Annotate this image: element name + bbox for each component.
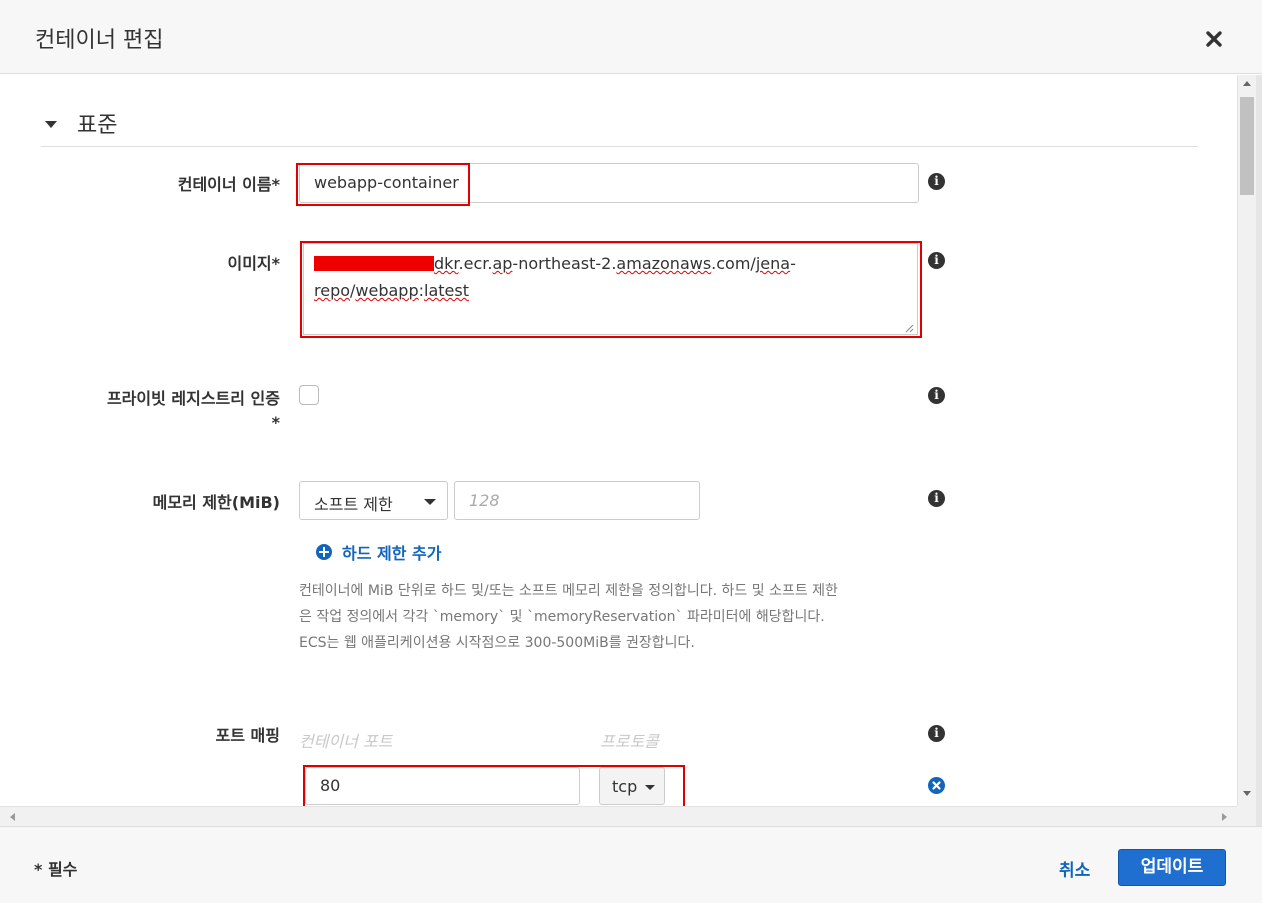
memory-limit-placeholder: 128 bbox=[469, 491, 500, 510]
info-icon[interactable]: i bbox=[928, 173, 945, 190]
info-icon[interactable]: i bbox=[928, 490, 945, 507]
close-icon[interactable] bbox=[1203, 28, 1225, 50]
private-registry-label: 프라이빗 레지스트리 인증 * bbox=[106, 389, 280, 432]
cancel-button[interactable]: 취소 bbox=[1059, 856, 1090, 881]
section-title: 표준 bbox=[77, 113, 118, 138]
scroll-up-icon[interactable] bbox=[1243, 81, 1251, 86]
memory-limit-input[interactable]: 128 bbox=[454, 481, 700, 520]
memory-limit-type-select[interactable]: 소프트 제한 bbox=[299, 481, 448, 520]
plus-circle-icon[interactable] bbox=[316, 544, 332, 560]
highlight-box bbox=[300, 241, 922, 338]
caret-down-icon bbox=[45, 121, 57, 128]
private-registry-checkbox[interactable] bbox=[299, 385, 319, 405]
caret-down-icon bbox=[424, 499, 436, 505]
info-icon[interactable]: i bbox=[928, 387, 945, 404]
select-value: 소프트 제한 bbox=[314, 495, 393, 514]
scrollbar-thumb[interactable] bbox=[1240, 97, 1254, 195]
image-label: 이미지* bbox=[227, 254, 280, 273]
update-button[interactable]: 업데이트 bbox=[1118, 849, 1226, 886]
info-icon[interactable]: i bbox=[928, 725, 945, 742]
edit-container-dialog: 컨테이너 편집 표준 컨테이너 이름* webapp-container i 이… bbox=[0, 0, 1262, 903]
info-icon[interactable]: i bbox=[928, 252, 945, 269]
required-note: * 필수 bbox=[34, 860, 78, 879]
highlight-box bbox=[303, 765, 685, 806]
dialog-footer: * 필수 취소 업데이트 bbox=[0, 826, 1262, 903]
scroll-right-icon[interactable] bbox=[1222, 813, 1227, 821]
memory-limit-label: 메모리 제한(MiB) bbox=[152, 493, 280, 512]
x-circle-icon[interactable] bbox=[928, 777, 945, 794]
scroll-down-icon[interactable] bbox=[1243, 791, 1251, 796]
memory-help-text: 컨테이너에 MiB 단위로 하드 및/또는 소프트 메모리 제한을 정의합니다.… bbox=[299, 583, 838, 651]
dialog-header: 컨테이너 편집 bbox=[0, 0, 1262, 74]
highlight-box bbox=[296, 163, 470, 206]
port-mapping-label: 포트 매핑 bbox=[215, 726, 280, 745]
scroll-left-icon[interactable] bbox=[10, 813, 15, 821]
section-standard[interactable]: 표준 bbox=[41, 105, 1198, 147]
container-name-label: 컨테이너 이름* bbox=[177, 175, 280, 194]
dialog-body: 표준 컨테이너 이름* webapp-container i 이미지* dkr.… bbox=[0, 75, 1237, 806]
horizontal-scrollbar[interactable] bbox=[0, 806, 1237, 826]
scrollbar-corner bbox=[1237, 806, 1256, 826]
protocol-column-header: 프로토콜 bbox=[600, 732, 659, 751]
vertical-scrollbar[interactable] bbox=[1237, 75, 1256, 806]
dialog-title: 컨테이너 편집 bbox=[35, 28, 164, 53]
add-hard-limit-link[interactable]: 하드 제한 추가 bbox=[342, 540, 441, 564]
window-edge bbox=[1256, 75, 1262, 826]
container-port-column-header: 컨테이너 포트 bbox=[299, 732, 393, 751]
